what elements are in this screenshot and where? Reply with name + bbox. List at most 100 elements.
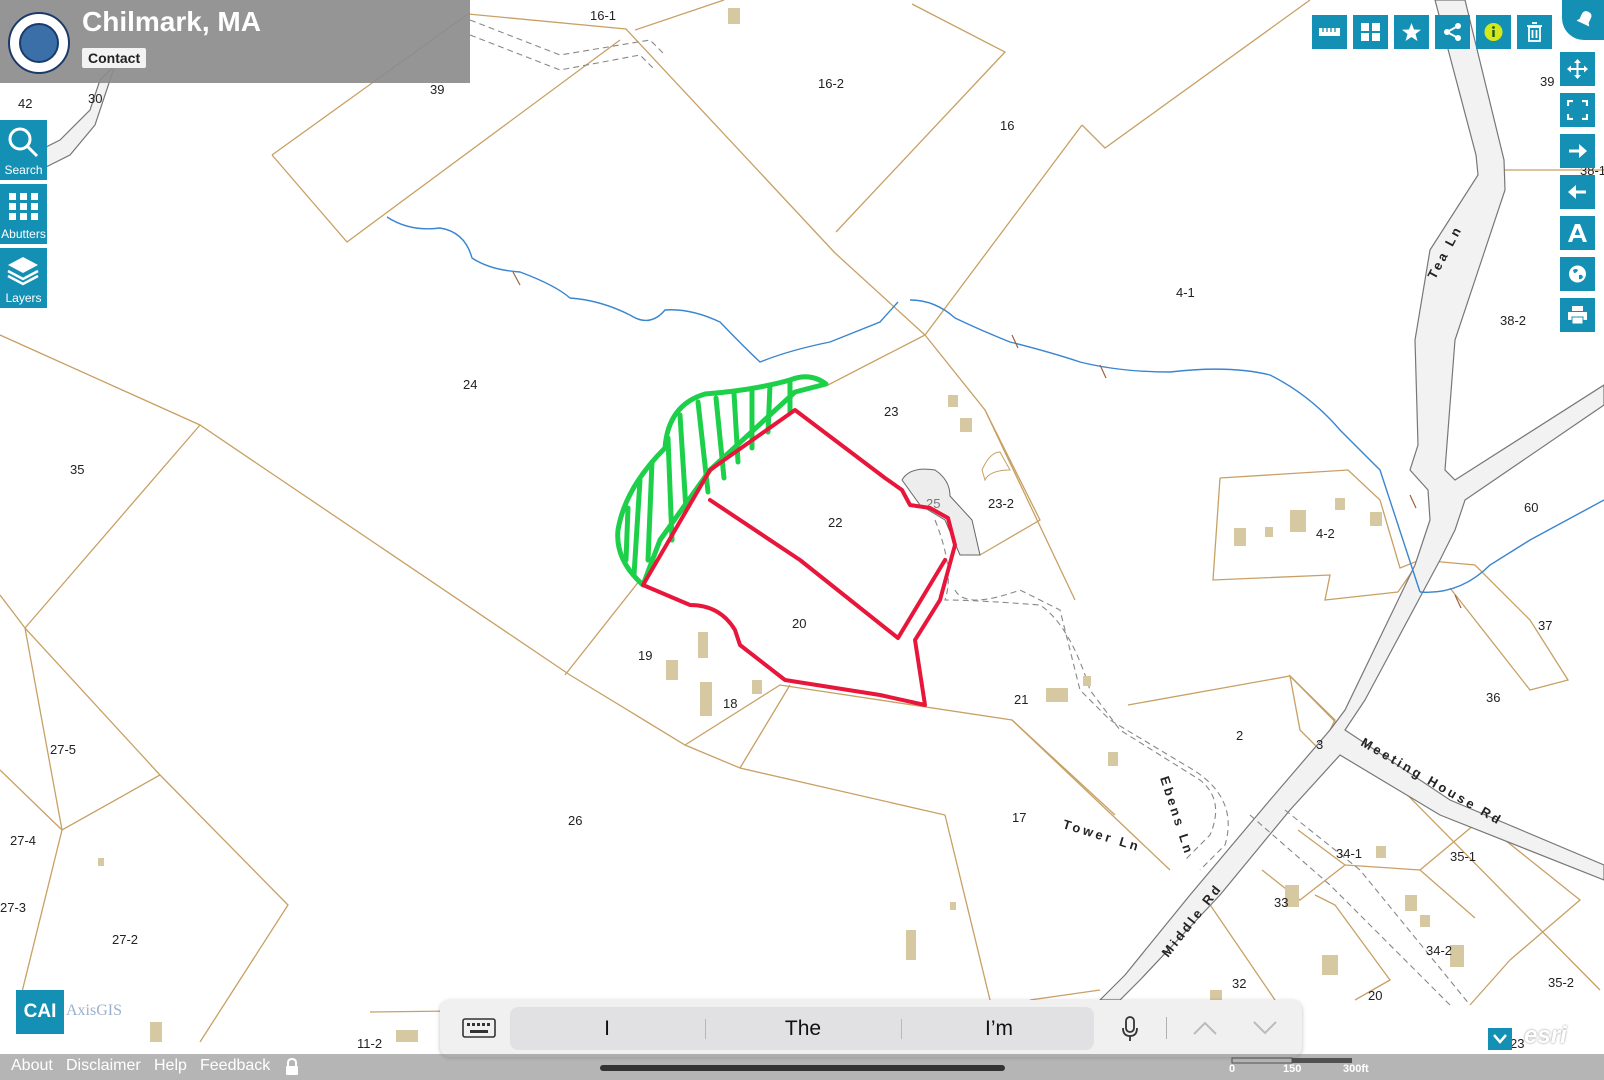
parcel-label: 17 (1012, 810, 1026, 825)
expand-icon (1567, 100, 1588, 120)
identify-button[interactable] (1476, 15, 1511, 49)
parcel-label: 24 (463, 377, 477, 392)
scale-label-150: 150 (1283, 1063, 1302, 1075)
parcel-label: 42 (18, 96, 32, 111)
parcel-label: 2 (1236, 728, 1243, 743)
layers-tool-button[interactable]: Layers (0, 248, 47, 308)
pan-button[interactable] (1560, 52, 1595, 86)
text-icon (1568, 224, 1587, 242)
parcel-label: 27-2 (112, 932, 138, 947)
share-button[interactable] (1435, 15, 1470, 49)
parcel-label: 23 (884, 404, 898, 419)
toolbar-divider (1166, 1017, 1167, 1039)
town-title: Chilmark, MA (82, 6, 261, 37)
abutters-tool-button[interactable]: Abutters (0, 184, 47, 244)
scale-label-0: 0 (1229, 1063, 1236, 1075)
parcel-label: 16-1 (590, 8, 616, 23)
search-icon (8, 127, 39, 158)
basemap-button[interactable] (1353, 15, 1388, 49)
parcel-label: 27-5 (50, 742, 76, 757)
layers-tool-label: Layers (5, 291, 42, 305)
feedback-link[interactable]: Feedback (200, 1057, 270, 1075)
full-extent-button[interactable] (1560, 93, 1595, 127)
parcel-label: 38-2 (1500, 313, 1526, 328)
clear-button[interactable] (1517, 15, 1552, 49)
parcel-label: 22 (828, 515, 842, 530)
measure-button[interactable] (1312, 15, 1347, 49)
star-icon (1402, 23, 1421, 41)
share-icon (1444, 23, 1461, 41)
parcel-label: 33 (1274, 895, 1288, 910)
suggestion-1[interactable]: I (510, 1007, 704, 1050)
parcel-label: 34-2 (1426, 943, 1452, 958)
parcel-label: 37 (1538, 618, 1552, 633)
search-tool-label: Search (4, 163, 43, 177)
print-button[interactable] (1560, 298, 1595, 332)
search-tool-button[interactable]: Search (0, 120, 47, 180)
scale-label-300: 300ft (1343, 1063, 1369, 1075)
parcel-label: 23 (1510, 1036, 1524, 1051)
home-indicator (600, 1065, 1005, 1071)
parcel-label: 36 (1486, 690, 1500, 705)
parcel-label: 39 (430, 82, 444, 97)
move-icon (1567, 59, 1588, 79)
notification-tab[interactable] (1562, 0, 1604, 40)
arrow-left-icon (1568, 185, 1586, 199)
cai-logo-box: CAI (16, 990, 64, 1034)
parcel-label: 23-2 (988, 496, 1014, 511)
grid-icon (1361, 23, 1380, 41)
parcel-label: 20 (1368, 988, 1382, 1003)
suggestion-3[interactable]: I’m (902, 1007, 1096, 1050)
parcel-label: 20 (792, 616, 806, 631)
parcel-label: 18 (723, 696, 737, 711)
globe-button[interactable] (1560, 257, 1595, 291)
abutters-icon (9, 193, 38, 220)
abutters-tool-label: Abutters (1, 227, 46, 241)
suggestion-2[interactable]: The (706, 1007, 900, 1050)
keyboard-suggestion-bar: I The I’m (440, 1000, 1302, 1057)
parcel-map[interactable]: 16-1 16-2 16 39 39 42 30 24 4-1 38-2 38-… (0, 0, 1604, 1080)
trash-icon (1527, 22, 1542, 42)
disclaimer-link[interactable]: Disclaimer (66, 1057, 141, 1075)
parcel-label: 30 (88, 91, 102, 106)
chevron-down-icon (1493, 1034, 1507, 1044)
parcel-label: 32 (1232, 976, 1246, 991)
esri-logo: esri (1524, 1022, 1567, 1049)
town-seal-logo (8, 12, 70, 74)
bookmarks-button[interactable] (1394, 15, 1429, 49)
chevron-up-icon[interactable] (1192, 1020, 1218, 1036)
globe-icon (1569, 265, 1586, 283)
bell-icon (1576, 11, 1592, 27)
parcel-label: 26 (568, 813, 582, 828)
info-icon (1484, 23, 1503, 41)
parcel-label: 35-1 (1450, 849, 1476, 864)
contact-button[interactable]: Contact (82, 48, 147, 68)
app-header: Chilmark, MA Contact (0, 0, 470, 83)
parcel-label: 60 (1524, 500, 1538, 515)
parcel-label: 11-2 (357, 1036, 382, 1051)
ruler-icon (1319, 28, 1340, 36)
help-link[interactable]: Help (154, 1057, 187, 1075)
axisgis-logo-text: AxisGIS (66, 1002, 123, 1019)
parcel-label: 19 (638, 648, 652, 663)
previous-extent-button[interactable] (1560, 175, 1595, 209)
labels-button[interactable] (1560, 216, 1595, 250)
chevron-down-icon[interactable] (1252, 1020, 1278, 1036)
parcel-label: 35 (70, 462, 84, 477)
parcel-label: 27-3 (0, 900, 26, 915)
parcel-label: 16-2 (818, 76, 844, 91)
next-extent-button[interactable] (1560, 134, 1595, 168)
arrow-right-icon (1569, 144, 1587, 158)
microphone-icon[interactable] (1121, 1016, 1139, 1042)
print-icon (1568, 306, 1587, 325)
parcel-label: 35-2 (1548, 975, 1574, 990)
parcel-label: 39 (1540, 74, 1554, 89)
collapse-toggle-button[interactable] (1488, 1028, 1512, 1050)
keyboard-icon[interactable] (462, 1018, 496, 1040)
layers-icon (7, 257, 39, 286)
parcel-label: 34-1 (1336, 846, 1362, 861)
about-link[interactable]: About (11, 1057, 53, 1075)
cai-axisgis-logo: CAI AxisGIS (16, 988, 128, 1036)
parcel-label: 16 (1000, 118, 1014, 133)
lock-icon (286, 1058, 298, 1075)
